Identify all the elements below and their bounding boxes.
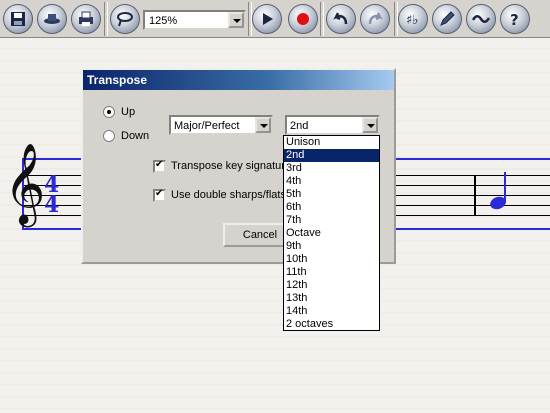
record-icon[interactable] xyxy=(288,4,318,34)
print-icon[interactable] xyxy=(71,4,101,34)
interval-option[interactable]: 2nd xyxy=(284,149,379,162)
toolbar-separator xyxy=(320,2,324,36)
interval-option[interactable]: 7th xyxy=(284,214,379,227)
help-icon[interactable]: ? xyxy=(500,4,530,34)
toolbar: 125% ♯♭ ? xyxy=(0,0,550,38)
staff-line xyxy=(396,228,550,230)
time-signature-bottom: 4 xyxy=(44,192,60,218)
interval-option[interactable]: Unison xyxy=(284,136,379,149)
undo-icon[interactable] xyxy=(326,4,356,34)
interval-option[interactable]: 10th xyxy=(284,253,379,266)
quality-value: Major/Perfect xyxy=(174,120,240,132)
quality-select[interactable]: Major/Perfect xyxy=(169,115,273,135)
transpose-key-checkbox[interactable] xyxy=(153,159,166,173)
interval-option[interactable]: 3rd xyxy=(284,162,379,175)
interval-option[interactable]: 12th xyxy=(284,279,379,292)
wave-icon[interactable] xyxy=(466,4,496,34)
chevron-down-icon[interactable] xyxy=(362,117,378,133)
double-sharps-checkbox[interactable] xyxy=(153,188,166,202)
staff-line xyxy=(22,228,81,230)
zoom-select[interactable]: 125% xyxy=(143,10,246,30)
dialog-titlebar[interactable]: Transpose xyxy=(83,70,394,90)
interval-option[interactable]: 2 octaves xyxy=(284,318,379,331)
flat-sharp-icon[interactable]: ♯♭ xyxy=(398,4,428,34)
up-label: Up xyxy=(121,106,136,118)
hat-icon[interactable] xyxy=(37,4,67,34)
transpose-key-label: Transpose key signature xyxy=(171,160,292,172)
pencil-icon[interactable] xyxy=(432,4,462,34)
interval-option[interactable]: Octave xyxy=(284,227,379,240)
double-sharps-label: Use double sharps/flats xyxy=(171,189,286,201)
down-radio[interactable] xyxy=(103,130,115,142)
interval-select[interactable]: 2nd xyxy=(285,115,380,135)
down-label: Down xyxy=(121,130,150,142)
up-radio[interactable] xyxy=(103,106,115,118)
staff-line xyxy=(396,158,550,160)
chevron-down-icon[interactable] xyxy=(228,12,244,28)
toolbar-separator xyxy=(104,2,108,36)
interval-option[interactable]: 13th xyxy=(284,292,379,305)
play-icon[interactable] xyxy=(252,4,282,34)
save-icon[interactable] xyxy=(3,4,33,34)
svg-text:♯♭: ♯♭ xyxy=(406,13,418,28)
interval-option[interactable]: 6th xyxy=(284,201,379,214)
zoom-value: 125% xyxy=(149,15,178,27)
treble-clef: 𝄞 xyxy=(4,142,46,224)
interval-option[interactable]: 4th xyxy=(284,175,379,188)
lasso-icon[interactable] xyxy=(110,4,140,34)
barline xyxy=(474,175,476,215)
interval-option[interactable]: 9th xyxy=(284,240,379,253)
interval-option[interactable]: 5th xyxy=(284,188,379,201)
dialog-title: Transpose xyxy=(87,73,148,87)
interval-value: 2nd xyxy=(290,120,309,132)
interval-option[interactable]: 11th xyxy=(284,266,379,279)
interval-option[interactable]: 14th xyxy=(284,305,379,318)
interval-dropdown-list[interactable]: Unison 2nd 3rd 4th 5th 6th 7th Octave 9th 10th 11t… xyxy=(283,135,380,331)
redo-icon[interactable] xyxy=(360,4,390,34)
svg-text:?: ? xyxy=(510,11,519,28)
chevron-down-icon[interactable] xyxy=(255,117,271,133)
